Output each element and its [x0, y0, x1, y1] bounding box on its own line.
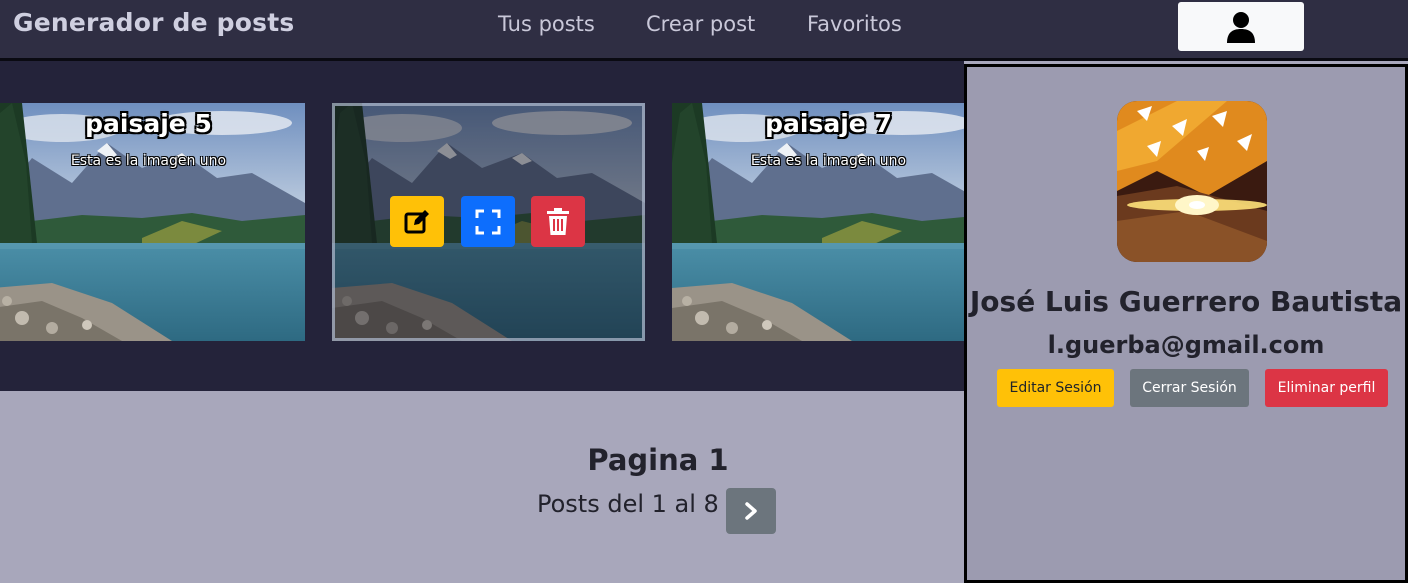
post-image — [672, 103, 964, 341]
edit-session-button[interactable]: Editar Sesión — [997, 369, 1114, 407]
edit-icon — [404, 209, 429, 233]
post-description: Esta es la imagen uno — [750, 153, 907, 169]
posts-carousel: paisaje 5 Esta es la imagen uno paisaje … — [0, 61, 964, 391]
delete-profile-button[interactable]: Eliminar perfil — [1265, 369, 1388, 407]
brand-logo[interactable]: Generador de posts — [13, 8, 294, 37]
post-title: paisaje 5 — [85, 109, 212, 138]
trash-icon — [547, 208, 569, 235]
logout-button[interactable]: Cerrar Sesión — [1130, 369, 1249, 407]
post-card[interactable]: paisaje 7 Esta es la imagen uno — [672, 103, 964, 341]
posts-range: Posts del 1 al 8 — [537, 490, 719, 518]
user-icon — [1227, 11, 1255, 43]
expand-icon — [475, 209, 501, 234]
nav-link-tus-posts[interactable]: Tus posts — [498, 12, 595, 36]
post-card[interactable]: paisaje 5 Esta es la imagen uno — [0, 103, 305, 341]
navbar: Generador de posts Tus posts Crear post … — [0, 0, 1408, 61]
user-menu-button[interactable] — [1178, 2, 1304, 51]
post-image — [0, 103, 305, 341]
chevron-right-icon — [745, 502, 757, 520]
post-description: Esta es la imagen uno — [70, 153, 227, 169]
profile-name: José Luis Guerrero Bautista — [969, 285, 1403, 318]
post-title: paisaje 7 — [765, 109, 892, 138]
profile-panel: José Luis Guerrero Bautista l.guerba@gma… — [964, 64, 1408, 583]
delete-post-button[interactable] — [531, 196, 585, 247]
expand-post-button[interactable] — [461, 196, 515, 247]
nav-link-favoritos[interactable]: Favoritos — [807, 12, 902, 36]
post-card-hovered[interactable] — [332, 103, 645, 341]
profile-email: l.guerba@gmail.com — [1047, 331, 1325, 359]
next-page-button[interactable] — [726, 488, 776, 534]
nav-link-crear-post[interactable]: Crear post — [646, 12, 755, 36]
avatar — [1117, 101, 1267, 262]
edit-post-button[interactable] — [390, 196, 444, 247]
